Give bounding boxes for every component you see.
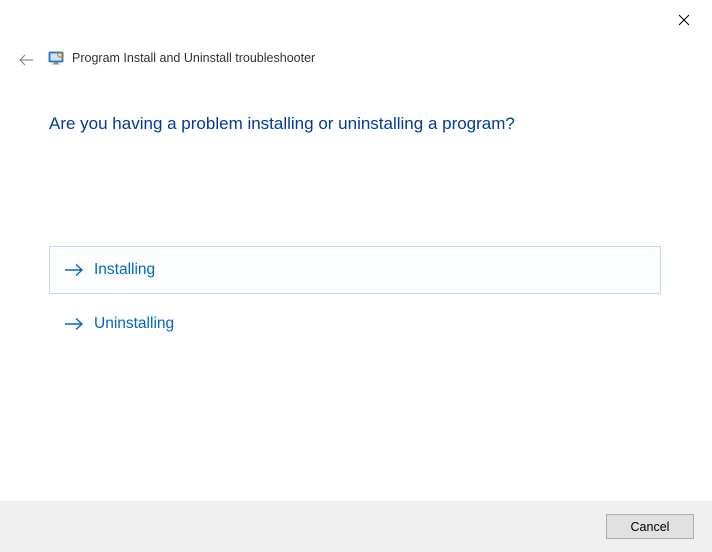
- window-title: Program Install and Uninstall troublesho…: [72, 51, 315, 65]
- arrow-right-icon: [64, 262, 84, 278]
- back-button[interactable]: [16, 52, 36, 72]
- option-label: Uninstalling: [94, 315, 174, 333]
- cancel-button[interactable]: Cancel: [606, 514, 694, 539]
- option-label: Installing: [94, 261, 155, 279]
- arrow-left-icon: [18, 53, 34, 72]
- header: Program Install and Uninstall troublesho…: [48, 50, 315, 66]
- option-installing[interactable]: Installing: [49, 246, 661, 294]
- arrow-right-icon: [64, 316, 84, 332]
- option-uninstalling[interactable]: Uninstalling: [49, 300, 661, 348]
- footer: Cancel: [0, 501, 712, 552]
- close-icon: [678, 13, 690, 31]
- troubleshooter-icon: [48, 50, 64, 66]
- page-heading: Are you having a problem installing or u…: [49, 114, 515, 134]
- close-button[interactable]: [674, 12, 694, 32]
- option-list: Installing Uninstalling: [49, 246, 661, 348]
